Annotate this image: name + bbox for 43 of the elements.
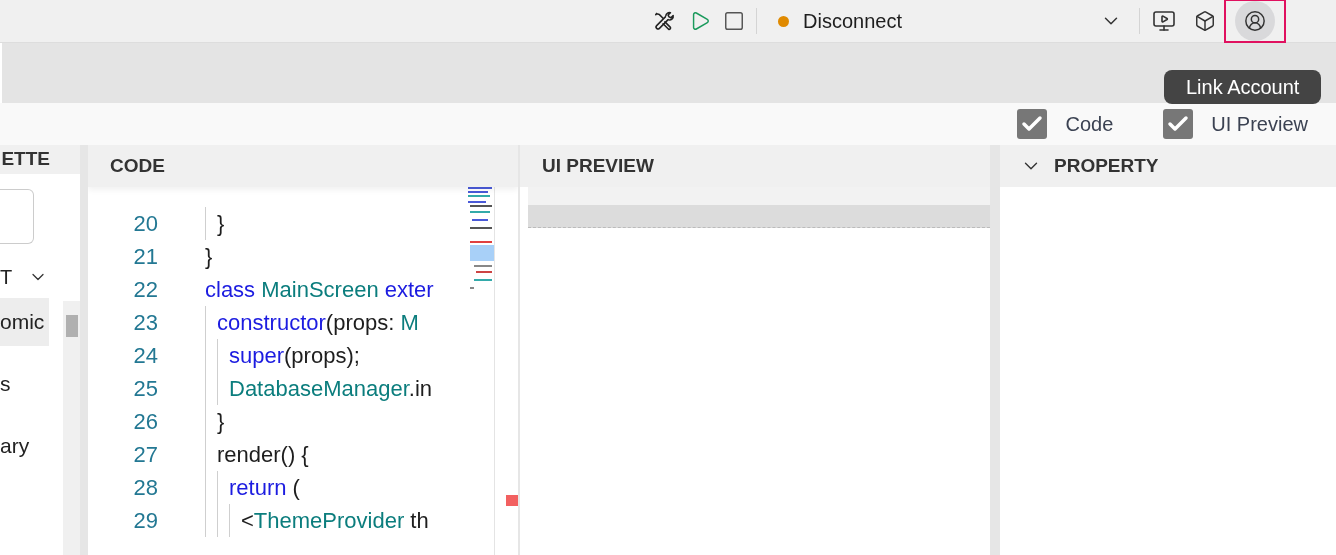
connection-dropdown[interactable]: Disconnect [777,4,1122,38]
user-icon [1244,10,1266,32]
code-line: constructor(props: M [217,309,419,337]
code-line: <ThemeProvider th [241,507,429,535]
palette-item[interactable]: s [0,359,49,408]
line-number: 21 [132,243,158,271]
line-number: 25 [132,375,158,403]
account-button[interactable] [1226,1,1284,41]
line-number: 28 [132,474,158,502]
error-marker [506,495,518,506]
line-number: 24 [132,342,158,370]
code-line: super(props); [229,342,360,370]
line-number: 20 [132,210,158,238]
panel-title: UI PREVIEW [542,153,654,178]
monitor-play-icon[interactable] [1152,9,1176,33]
checkbox[interactable] [1017,109,1048,139]
checkbox[interactable] [1163,109,1194,139]
code-line: return ( [229,474,300,502]
line-number: 22 [132,276,158,304]
code-line: render() { [217,441,309,469]
stop-icon[interactable] [723,10,745,32]
panel-title: CODE [110,153,165,178]
section-label[interactable]: T [0,261,13,292]
code-line: } [205,243,213,271]
toggle-label: Code [1065,112,1114,137]
code-line: class MainScreen exter [205,276,434,304]
code-line: } [217,408,225,436]
palette-item[interactable]: ary [0,421,49,470]
scrollbar[interactable] [63,300,80,555]
line-number: 27 [132,441,158,469]
palette-item[interactable]: omic [0,297,49,346]
line-number: 29 [132,507,158,535]
tools-icon[interactable] [653,10,675,32]
code-line: } [217,210,225,238]
line-number: 23 [132,309,158,337]
line-number: 26 [132,408,158,436]
panel-title: PROPERTY [1054,153,1159,178]
tooltip: Link Account [1164,70,1322,104]
search-field[interactable] [0,188,34,244]
cube-icon[interactable] [1194,10,1216,32]
code-line: DatabaseManager.in [229,375,433,403]
panel-title: ETTE [1,147,50,171]
toggle-label: UI Preview [1211,112,1308,137]
